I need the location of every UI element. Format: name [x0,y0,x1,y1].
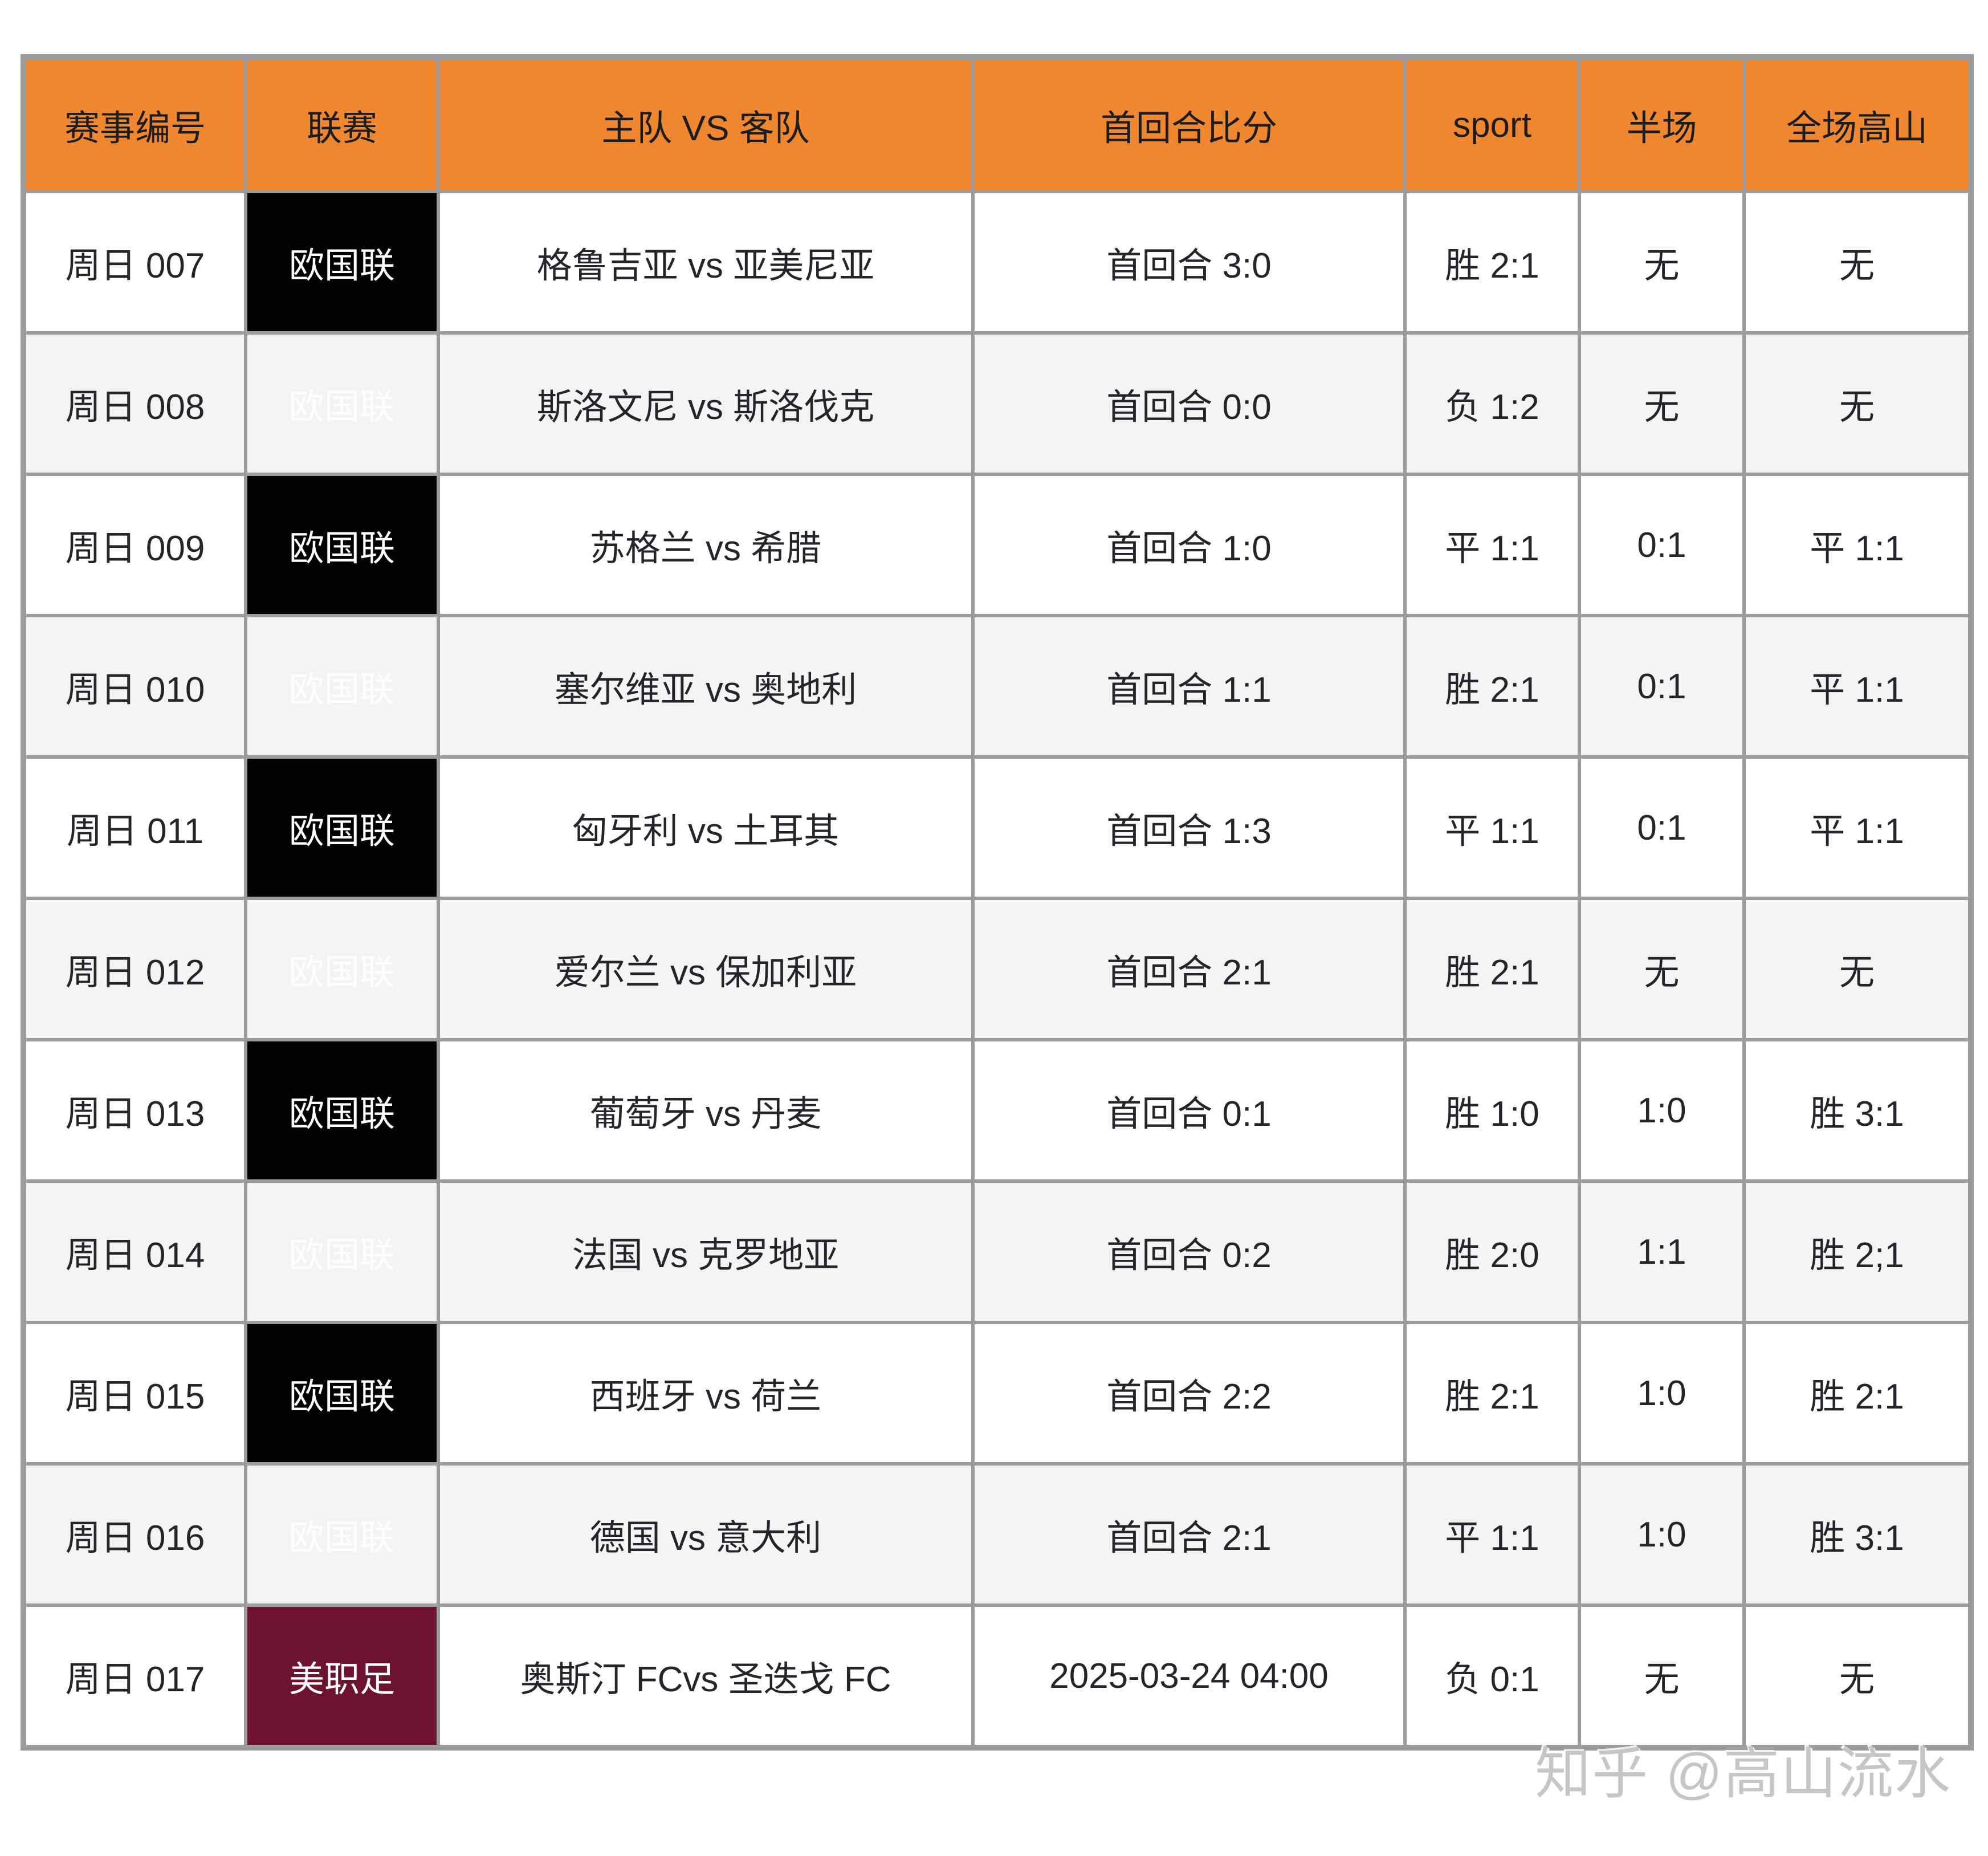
cell-sport: 平 1:1 [1403,473,1581,617]
cell-league: 欧国联 [244,190,440,335]
cell-id: 周日 014 [22,1179,247,1324]
cell-match: 爱尔兰 vs 保加利亚 [437,897,975,1041]
cell-full: 无 [1742,1603,1973,1749]
table-row: 周日 008 欧国联 斯洛文尼 vs 斯洛伐克 首回合 0:0 负 1:2 无无 [22,331,1973,476]
cell-match: 西班牙 vs 荷兰 [437,1321,975,1466]
cell-half: 0:1 [1578,755,1746,900]
cell-sport: 胜 1:0 [1403,1038,1581,1183]
cell-sport: 负 0:1 [1403,1603,1581,1749]
cell-full: 无 [1742,190,1973,335]
cell-league: 欧国联 [244,473,440,617]
cell-sport: 平 1:1 [1403,755,1581,900]
cell-match: 斯洛文尼 vs 斯洛伐克 [437,331,975,476]
cell-half: 无 [1578,331,1746,476]
cell-match: 苏格兰 vs 希腊 [437,473,975,617]
cell-full: 胜 2;1 [1742,1179,1973,1324]
cell-match: 法国 vs 克罗地亚 [437,1179,975,1324]
table-row: 周日 010 欧国联 塞尔维亚 vs 奥地利 首回合 1:1 胜 2:1 0:1 平 1:1 [22,614,1973,759]
cell-full: 胜 3:1 [1742,1038,1973,1183]
cell-half: 1:0 [1578,1038,1746,1183]
cell-half: 无 [1578,190,1746,335]
cell-sport: 平 1:1 [1403,1462,1581,1607]
cell-match: 奥斯汀 FCvs 圣迭戈 FC [437,1603,975,1749]
table-row: 周日 016 欧国联 德国 vs 意大利 首回合 2:1 平 1:1 1:0 胜 3:1 [22,1462,1973,1607]
table-row: 周日 012 欧国联 爱尔兰 vs 保加利亚 首回合 2:1 胜 2:1 无无 [22,897,1973,1041]
cell-id: 周日 010 [22,614,247,759]
table-body: 周日 007 欧国联 格鲁吉亚 vs 亚美尼亚 首回合 3:0 胜 2:1 无无周日 00… [22,190,1973,1749]
header-cell-first-leg: 首回合比分 [971,55,1407,193]
cell-full: 平 1:1 [1742,755,1973,900]
cell-full: 平 1:1 [1742,614,1973,759]
cell-sport: 胜 2:1 [1403,614,1581,759]
cell-league: 美职足 [244,1603,440,1749]
watermark: 知乎 @高山流水 [1535,1742,1952,1805]
header-cell-full: 全场高山 [1742,55,1973,193]
cell-full: 胜 3:1 [1742,1462,1973,1607]
cell-half: 1:0 [1578,1321,1746,1466]
cell-half: 1:0 [1578,1462,1746,1607]
header-cell-match-id: 赛事编号 [22,55,247,193]
cell-sport: 胜 2:1 [1403,1321,1581,1466]
cell-id: 周日 015 [22,1321,247,1466]
cell-first-leg: 首回合 1:0 [971,473,1407,617]
cell-match: 匈牙利 vs 土耳其 [437,755,975,900]
table-row: 周日 013 欧国联 葡萄牙 vs 丹麦 首回合 0:1 胜 1:0 1:0 胜 3:1 [22,1038,1973,1183]
match-results-table: 赛事编号 联赛 主队 VS 客队 首回合比分 sport 半场 全场高山 周日 … [21,54,1974,1751]
cell-league: 欧国联 [244,897,440,1041]
header-cell-teams: 主队 VS 客队 [437,55,975,193]
cell-id: 周日 012 [22,897,247,1041]
cell-league: 欧国联 [244,755,440,900]
table-row: 周日 017 美职足 奥斯汀 FCvs 圣迭戈 FC 2025-03-24 04:00… [22,1603,1973,1749]
cell-first-leg: 首回合 1:1 [971,614,1407,759]
cell-half: 0:1 [1578,473,1746,617]
cell-sport: 胜 2:0 [1403,1179,1581,1324]
header-cell-league: 联赛 [244,55,440,193]
cell-half: 无 [1578,1603,1746,1749]
cell-league: 欧国联 [244,1179,440,1324]
cell-first-leg: 首回合 0:0 [971,331,1407,476]
cell-first-leg: 2025-03-24 04:00 [971,1603,1407,1749]
header-cell-sport: sport [1403,55,1581,193]
table-row: 周日 015 欧国联 西班牙 vs 荷兰 首回合 2:2 胜 2:1 1:0 胜 2:1 [22,1321,1973,1466]
cell-first-leg: 首回合 0:1 [971,1038,1407,1183]
cell-match: 葡萄牙 vs 丹麦 [437,1038,975,1183]
cell-league: 欧国联 [244,1321,440,1466]
cell-id: 周日 008 [22,331,247,476]
cell-sport: 负 1:2 [1403,331,1581,476]
cell-first-leg: 首回合 2:1 [971,897,1407,1041]
cell-full: 胜 2:1 [1742,1321,1973,1466]
cell-league: 欧国联 [244,1462,440,1607]
cell-first-leg: 首回合 0:2 [971,1179,1407,1324]
cell-id: 周日 013 [22,1038,247,1183]
cell-id: 周日 017 [22,1603,247,1749]
cell-league: 欧国联 [244,331,440,476]
header-row: 赛事编号 联赛 主队 VS 客队 首回合比分 sport 半场 全场高山 [22,55,1973,193]
cell-id: 周日 011 [22,755,247,900]
cell-sport: 胜 2:1 [1403,897,1581,1041]
header-cell-half: 半场 [1578,55,1746,193]
cell-first-leg: 首回合 1:3 [971,755,1407,900]
table-row: 周日 014 欧国联 法国 vs 克罗地亚 首回合 0:2 胜 2:0 1:1 胜 2;1 [22,1179,1973,1324]
cell-first-leg: 首回合 2:2 [971,1321,1407,1466]
cell-id: 周日 009 [22,473,247,617]
cell-id: 周日 016 [22,1462,247,1607]
cell-full: 无 [1742,897,1973,1041]
cell-match: 格鲁吉亚 vs 亚美尼亚 [437,190,975,335]
cell-league: 欧国联 [244,614,440,759]
cell-half: 无 [1578,897,1746,1041]
cell-match: 德国 vs 意大利 [437,1462,975,1607]
table-row: 周日 009 欧国联 苏格兰 vs 希腊 首回合 1:0 平 1:1 0:1 平 1:1 [22,473,1973,617]
cell-league: 欧国联 [244,1038,440,1183]
cell-sport: 胜 2:1 [1403,190,1581,335]
cell-full: 无 [1742,331,1973,476]
cell-id: 周日 007 [22,190,247,335]
cell-full: 平 1:1 [1742,473,1973,617]
table-row: 周日 007 欧国联 格鲁吉亚 vs 亚美尼亚 首回合 3:0 胜 2:1 无无 [22,190,1973,335]
cell-first-leg: 首回合 3:0 [971,190,1407,335]
cell-first-leg: 首回合 2:1 [971,1462,1407,1607]
cell-match: 塞尔维亚 vs 奥地利 [437,614,975,759]
cell-half: 1:1 [1578,1179,1746,1324]
table-row: 周日 011 欧国联 匈牙利 vs 土耳其 首回合 1:3 平 1:1 0:1 平 1:1 [22,755,1973,900]
cell-half: 0:1 [1578,614,1746,759]
